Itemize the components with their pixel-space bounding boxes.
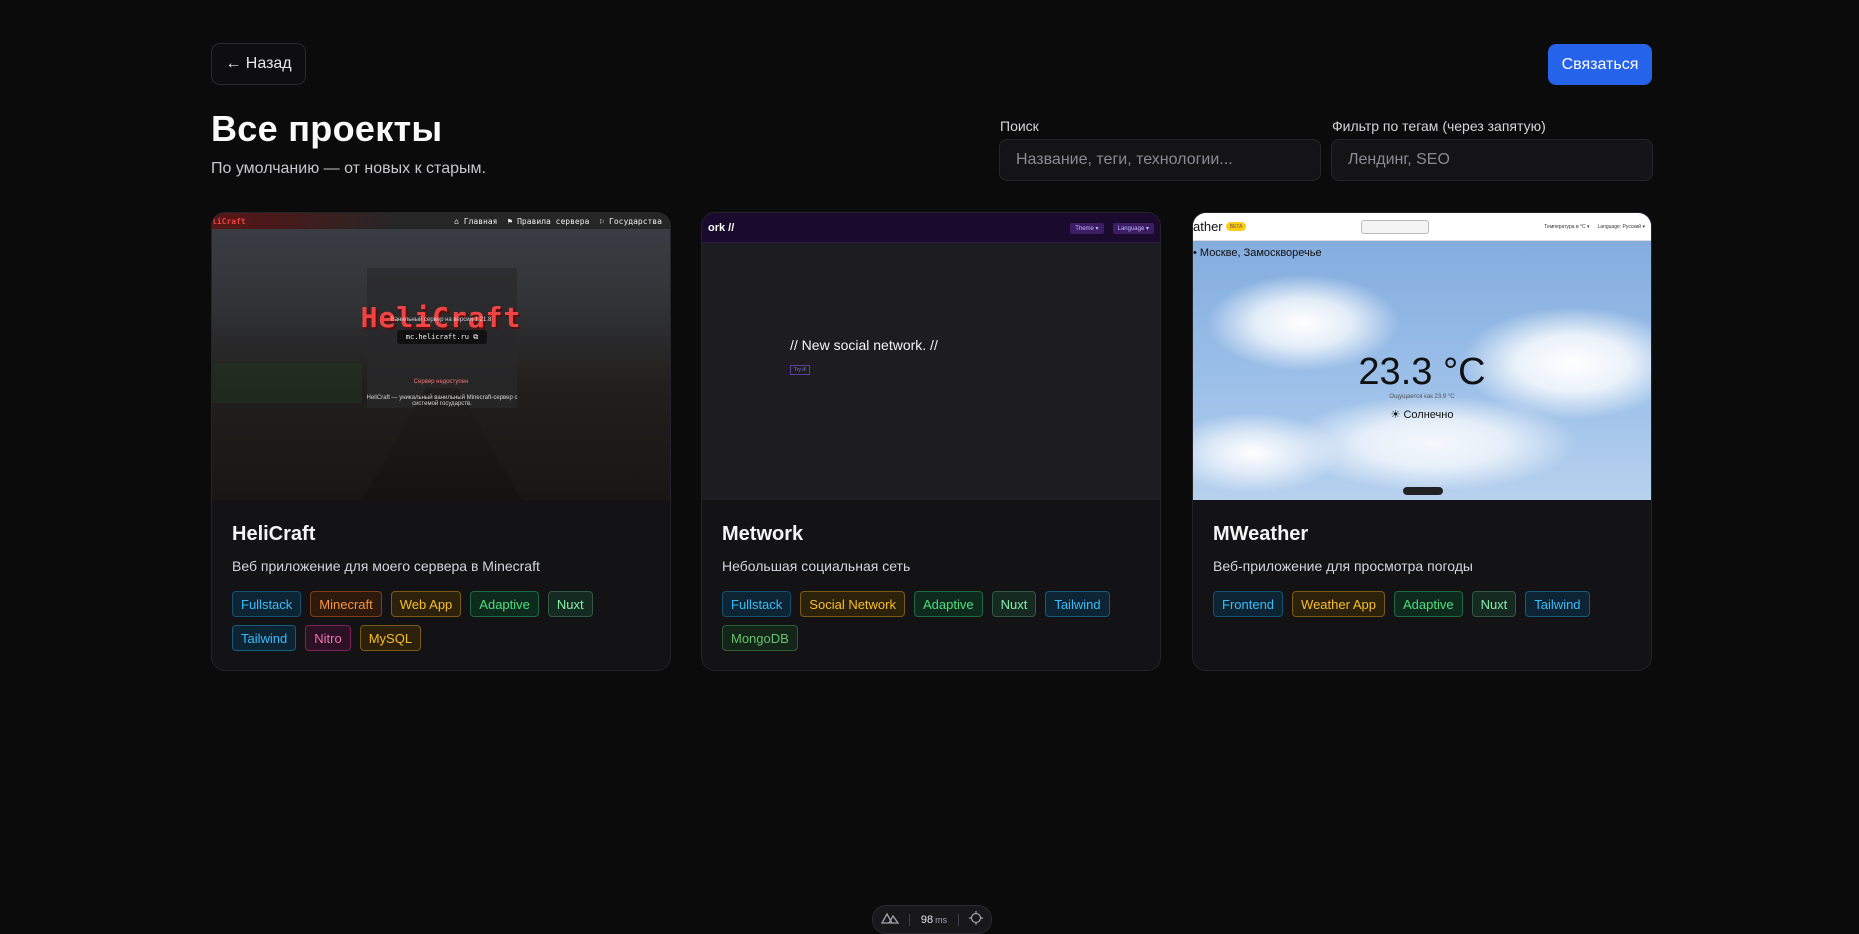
preview-condition: ☀ Солнечно bbox=[1390, 409, 1454, 421]
preview-search-box bbox=[1361, 219, 1430, 234]
preview-units-select: Температура в °C ▾ bbox=[1544, 223, 1590, 230]
tag-tailwind[interactable]: Tailwind bbox=[1045, 591, 1110, 617]
preview-control-pill bbox=[1403, 487, 1443, 495]
tag-mongodb[interactable]: MongoDB bbox=[722, 625, 798, 651]
tag-filter-input[interactable] bbox=[1331, 139, 1653, 181]
project-preview-image: ather BETA Температура в °C ▾ Language: … bbox=[1193, 213, 1651, 500]
preview-about: HeliCraft — уникальный ванильный Minecra… bbox=[366, 395, 518, 407]
tag-weather-app[interactable]: Weather App bbox=[1292, 591, 1385, 617]
tag-tailwind[interactable]: Tailwind bbox=[232, 625, 297, 651]
tag-nuxt[interactable]: Nuxt bbox=[991, 591, 1037, 617]
project-card-helicraft[interactable]: liCraft ⌂ Главная ⚑ Правила сервера ⚐ Го… bbox=[211, 212, 671, 671]
page-title: Все проекты bbox=[211, 108, 443, 149]
divider bbox=[957, 913, 959, 926]
tag-adaptive[interactable]: Adaptive bbox=[470, 591, 539, 617]
project-title: MWeather bbox=[1213, 523, 1309, 545]
project-description: Небольшая социальная сеть bbox=[722, 558, 911, 574]
preview-temperature: 23.3 °C bbox=[1358, 351, 1486, 393]
search-input[interactable] bbox=[999, 139, 1321, 181]
project-description: Веб-приложение для просмотра погоды bbox=[1213, 558, 1473, 574]
project-card-metwork[interactable]: ork // Theme ▾ Language ▾ // New social … bbox=[701, 212, 1161, 671]
preview-nav-item: ⚑ Правила сервера bbox=[507, 216, 590, 226]
render-time: 98 ms bbox=[920, 913, 948, 926]
preview-try-button: Try it! bbox=[790, 365, 811, 375]
tag-nuxt[interactable]: Nuxt bbox=[1471, 591, 1517, 617]
preview-theme-select: Theme ▾ bbox=[1070, 223, 1104, 234]
search-label: Поиск bbox=[1000, 118, 1039, 134]
preview-nav-item: ⚐ Государства bbox=[599, 216, 662, 226]
preview-version: Ванильный сервер на версии 1.21.8 bbox=[390, 317, 492, 323]
tag-fullstack[interactable]: Fullstack bbox=[232, 591, 302, 617]
preview-feels-like: Ощущается как 23.9 °C bbox=[1389, 394, 1455, 400]
tag-nitro[interactable]: Nitro bbox=[305, 625, 351, 651]
project-card-mweather[interactable]: ather BETA Температура в °C ▾ Language: … bbox=[1192, 212, 1652, 671]
preview-nav-item: ⌂ Главная bbox=[454, 216, 498, 226]
tag-adaptive[interactable]: Adaptive bbox=[914, 591, 983, 617]
tag-web-app[interactable]: Web App bbox=[390, 591, 462, 617]
tag-adaptive[interactable]: Adaptive bbox=[1393, 591, 1463, 617]
project-preview-image: liCraft ⌂ Главная ⚑ Правила сервера ⚐ Го… bbox=[212, 213, 670, 500]
devtools-bar[interactable]: 98 ms bbox=[872, 905, 992, 934]
tag-minecraft[interactable]: Minecraft bbox=[310, 591, 382, 617]
preview-logo: liCraft bbox=[212, 216, 246, 226]
project-title: Metwork bbox=[722, 523, 804, 545]
tag-list: Fullstack Minecraft Web App Adaptive Nux… bbox=[232, 591, 652, 651]
preview-ip: mc.helicraft.ru ⧉ bbox=[397, 330, 487, 344]
project-preview-image: ork // Theme ▾ Language ▾ // New social … bbox=[702, 213, 1160, 500]
preview-logo: ather bbox=[1193, 219, 1223, 234]
project-title: HeliCraft bbox=[232, 523, 316, 545]
project-description: Веб приложение для моего сервера в Minec… bbox=[232, 558, 540, 574]
tag-frontend[interactable]: Frontend bbox=[1213, 591, 1284, 617]
divider bbox=[909, 913, 911, 926]
page-subtitle: По умолчанию — от новых к старым. bbox=[211, 160, 486, 177]
tag-tailwind[interactable]: Tailwind bbox=[1525, 591, 1590, 617]
crosshair-icon[interactable] bbox=[969, 911, 983, 928]
tag-nuxt[interactable]: Nuxt bbox=[547, 591, 593, 617]
nuxt-logo-icon[interactable] bbox=[880, 912, 900, 927]
back-button[interactable]: ← Назад bbox=[211, 43, 306, 85]
preview-logo: ork // bbox=[708, 221, 735, 234]
contact-button[interactable]: Связаться bbox=[1548, 44, 1652, 85]
preview-language-select: Language: Русский ▾ bbox=[1597, 223, 1645, 230]
preview-headline: // New social network. // bbox=[790, 337, 938, 353]
tag-filter-label: Фильтр по тегам (через запятую) bbox=[1332, 118, 1546, 134]
preview-status: Сервер недоступен bbox=[413, 379, 469, 385]
tag-list: Fullstack Social Network Adaptive Nuxt T… bbox=[722, 591, 1142, 651]
tag-mysql[interactable]: MySQL bbox=[359, 625, 422, 651]
preview-language-select: Language ▾ bbox=[1112, 223, 1154, 234]
preview-location: • Москве, Замоскворечье bbox=[1193, 247, 1322, 259]
tag-social-network[interactable]: Social Network bbox=[800, 591, 905, 617]
tag-list: Frontend Weather App Adaptive Nuxt Tailw… bbox=[1213, 591, 1633, 617]
preview-beta-badge: BETA bbox=[1225, 222, 1247, 231]
tag-fullstack[interactable]: Fullstack bbox=[722, 591, 792, 617]
